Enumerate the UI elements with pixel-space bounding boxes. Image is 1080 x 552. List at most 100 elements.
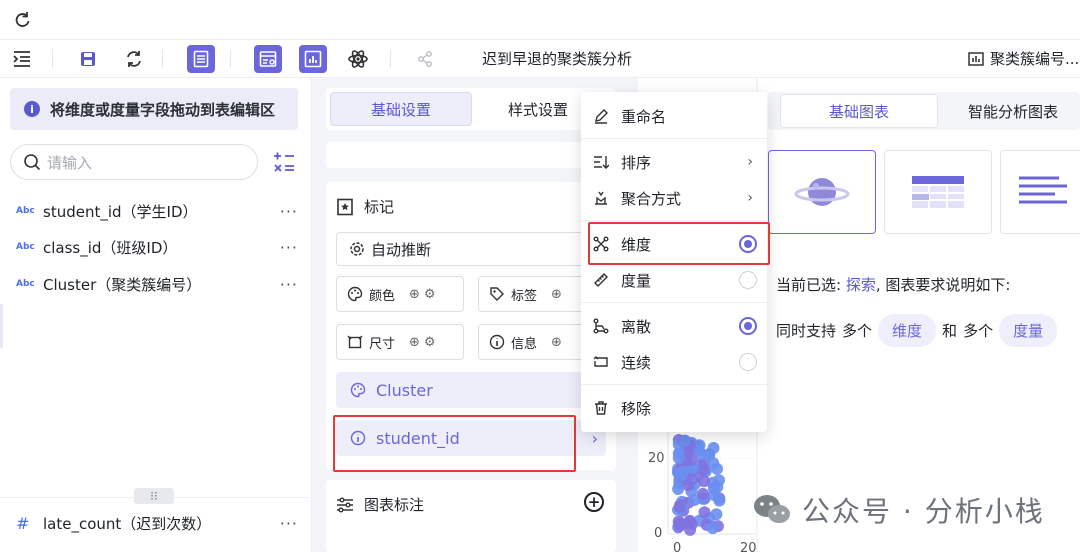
document-title[interactable]: 迟到早退的聚类簇分析 — [482, 48, 632, 69]
field-item-class-id[interactable]: Abc class_id（班级ID） ··· — [0, 232, 312, 262]
add-annotation-icon[interactable]: + — [584, 492, 604, 512]
explore-link[interactable]: 探索 — [846, 276, 876, 294]
gear-icon — [350, 242, 364, 256]
atom-icon[interactable] — [344, 45, 372, 73]
sort-label: 排序 — [621, 153, 652, 172]
search-icon — [24, 154, 41, 171]
mark-section-title: 标记 — [336, 196, 394, 217]
size-icon — [347, 335, 363, 349]
field-item-cluster[interactable]: Abc Cluster（聚类簇编号） ··· — [0, 269, 312, 299]
data-table-icon[interactable] — [187, 45, 215, 73]
continuous-radio[interactable] — [739, 353, 757, 371]
color-channel[interactable]: 颜色 ⊕⚙ — [336, 276, 464, 312]
req-text-d: 多个 — [963, 322, 994, 340]
chart-annotation-card: 图表标注 + — [326, 480, 616, 552]
measure-tag: 度量 — [999, 314, 1058, 347]
menu-item-remove[interactable]: 移除 — [581, 390, 767, 426]
field-label: late_count（迟到次数） — [43, 514, 212, 533]
chart-title-icon — [968, 51, 984, 66]
menu-item-sort[interactable]: 排序 › — [581, 144, 767, 180]
field-item-late-count[interactable]: # late_count（迟到次数） ··· — [0, 508, 312, 538]
tab-smart-charts[interactable]: 智能分析图表 — [968, 94, 1058, 128]
req-text-a: 同时支持 — [776, 322, 837, 340]
planet-icon — [794, 178, 850, 206]
share-icon[interactable] — [411, 45, 439, 73]
menu-item-rename[interactable]: 重命名 — [581, 98, 767, 134]
search-input[interactable]: 请输入 — [10, 144, 258, 180]
chart-title-selector[interactable]: 聚类簇编号... — [968, 48, 1079, 69]
color-field-cluster[interactable]: Cluster — [336, 372, 606, 408]
scatter-points — [672, 434, 726, 536]
tab-style-settings[interactable]: 样式设置 — [478, 92, 598, 126]
discrete-label: 离散 — [621, 317, 652, 336]
highlight-box-dimension — [588, 222, 770, 265]
desc-prefix: 当前已选: — [776, 276, 842, 294]
x-tick-20: 20 — [740, 541, 756, 552]
info-label: 信息 — [511, 336, 538, 352]
annotation-title: 图表标注 — [336, 494, 424, 515]
chart-type-text[interactable] — [1000, 150, 1080, 234]
drag-hint: i 将维度或度量字段拖动到表编辑区 — [10, 88, 298, 130]
remove-label: 移除 — [621, 399, 652, 418]
tab-basic-settings[interactable]: 基础设置 — [330, 92, 472, 126]
scatter-point — [672, 452, 685, 464]
more-options-icon[interactable]: ··· — [280, 202, 298, 221]
settings-tabs: 基础设置 样式设置 — [326, 88, 616, 130]
measure-radio[interactable] — [739, 271, 757, 289]
ruler-icon — [594, 273, 608, 287]
more-options-icon[interactable]: ··· — [280, 514, 298, 533]
drag-hint-text: 将维度或度量字段拖动到表编辑区 — [50, 100, 276, 119]
size-channel[interactable]: 尺寸 ⊕⚙ — [336, 324, 464, 360]
continuous-label: 连续 — [621, 353, 652, 372]
menu-item-aggregate[interactable]: 聚合方式 › — [581, 180, 767, 216]
more-options-icon[interactable]: ··· — [280, 238, 298, 257]
y-tick-20: 20 — [648, 451, 665, 466]
chart-type-explore[interactable] — [768, 150, 876, 234]
scatter-point — [706, 522, 719, 535]
field-list-panel: i 将维度或度量字段拖动到表编辑区 请输入 Abc student_id（学生I… — [0, 78, 312, 552]
pencil-icon — [595, 109, 608, 124]
chevron-right-icon: › — [747, 190, 753, 206]
mark-title-text: 标记 — [364, 198, 395, 216]
mark-type-select[interactable]: 自动推断 — [336, 232, 606, 266]
search-placeholder: 请输入 — [47, 153, 93, 172]
scatter-point — [707, 442, 720, 454]
add-icon[interactable]: ⊕ — [551, 335, 566, 350]
add-icon[interactable]: ⊕ — [551, 287, 566, 302]
color-label: 颜色 — [369, 288, 396, 304]
dimension-tag: 维度 — [878, 314, 937, 347]
add-settings-icons[interactable]: ⊕⚙ — [409, 335, 440, 350]
highlight-box-student-id — [333, 415, 576, 472]
size-label: 尺寸 — [369, 336, 396, 352]
scatter-point — [698, 475, 710, 488]
scatter-point — [710, 508, 723, 521]
refresh-icon[interactable] — [12, 10, 32, 34]
scatter-point — [697, 487, 709, 500]
watermark: 公众号 · 分析小栈 — [752, 490, 1045, 530]
menu-item-discrete[interactable]: 离散 — [581, 308, 767, 344]
rename-label: 重命名 — [621, 107, 667, 126]
menu-item-continuous[interactable]: 连续 — [581, 344, 767, 380]
chart-type-table[interactable] — [884, 150, 992, 234]
trash-icon — [595, 401, 607, 415]
continuous-icon — [593, 356, 608, 367]
more-options-icon[interactable]: ··· — [280, 275, 298, 294]
measure-label: 度量 — [621, 271, 652, 290]
field-item-student-id[interactable]: Abc student_id（学生ID） ··· — [0, 196, 312, 226]
bar-chart-icon[interactable] — [299, 45, 327, 73]
add-settings-icons[interactable]: ⊕⚙ — [409, 287, 440, 302]
save-icon[interactable] — [74, 45, 102, 73]
wechat-icon — [754, 495, 790, 523]
field-label: class_id（班级ID） — [43, 238, 178, 257]
calculated-field-icon[interactable] — [272, 150, 296, 174]
collapse-panel-icon[interactable] — [8, 45, 36, 73]
chart-title-text: 聚类簇编号... — [990, 50, 1080, 68]
sync-icon[interactable] — [120, 45, 148, 73]
tab-basic-charts[interactable]: 基础图表 — [780, 94, 938, 128]
palette-icon — [350, 382, 366, 398]
resize-handle-icon[interactable]: ⁝⁝ — [134, 488, 174, 504]
menu-item-measure[interactable]: 度量 — [581, 262, 767, 298]
dimension-type-icon: Abc — [16, 279, 35, 289]
chart-settings-icon[interactable] — [254, 45, 282, 73]
discrete-radio[interactable] — [739, 317, 757, 335]
